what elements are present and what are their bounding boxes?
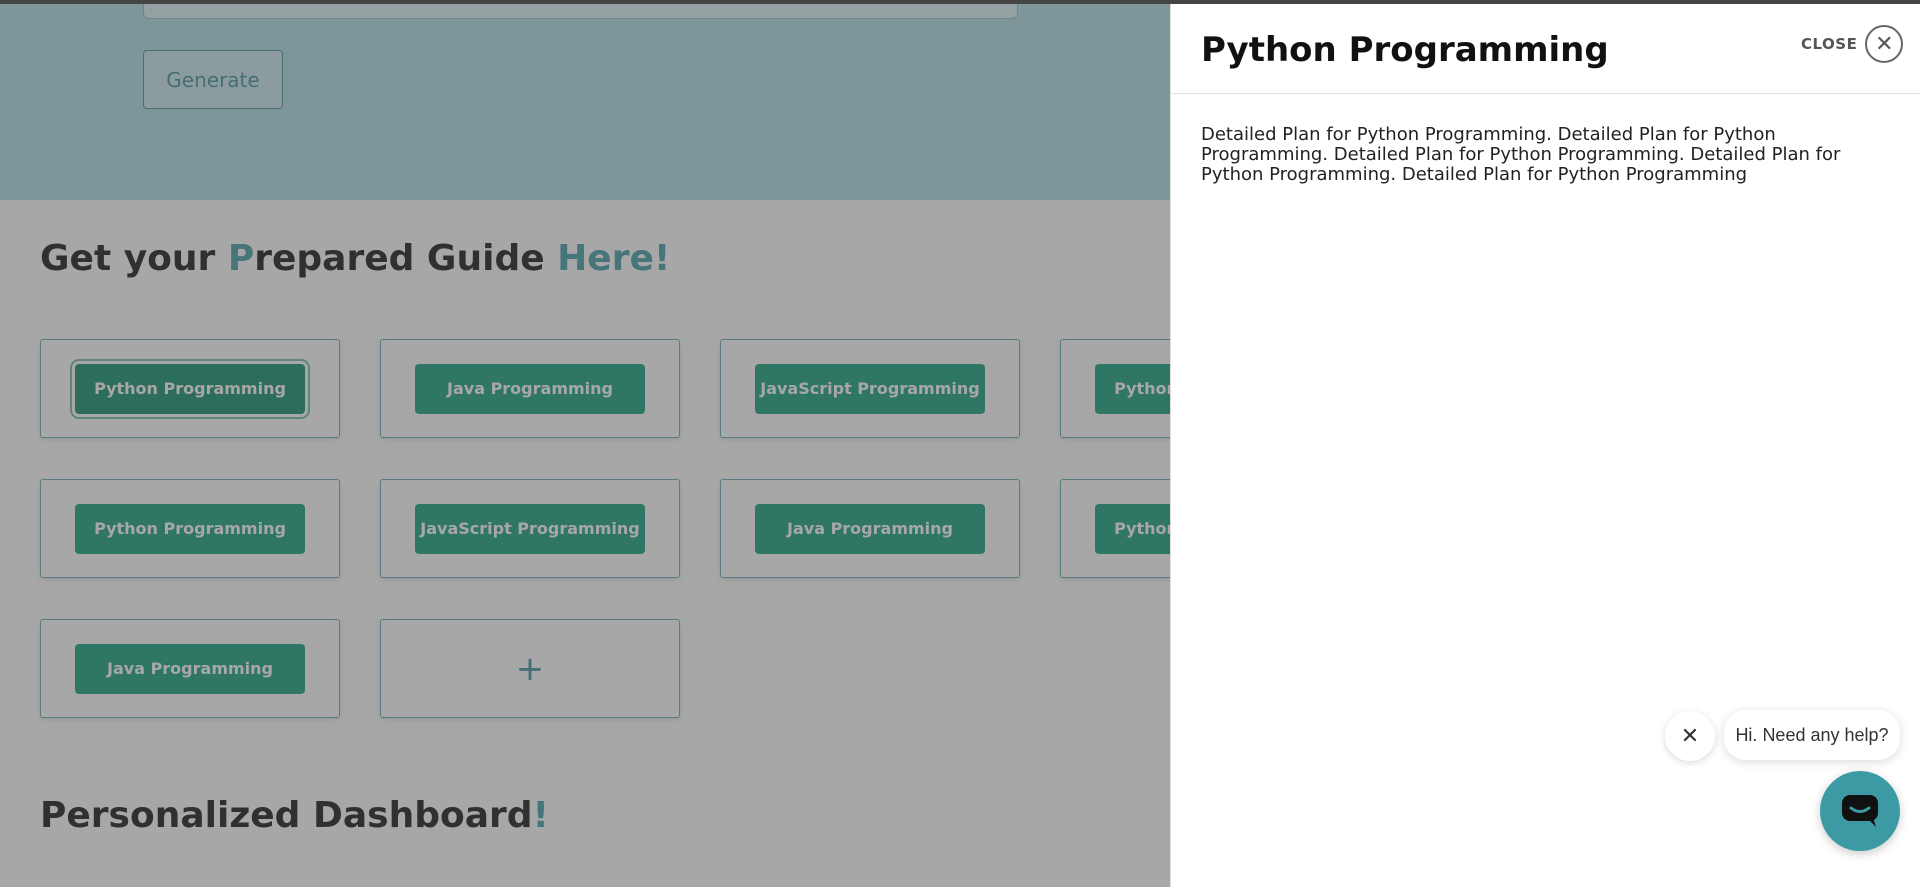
chat-icon bbox=[1842, 795, 1878, 827]
close-button[interactable]: CLOSE ✕ bbox=[1801, 25, 1904, 63]
chat-greeting-bubble[interactable]: Hi. Need any help? bbox=[1724, 710, 1900, 760]
chat-launcher-button[interactable] bbox=[1820, 771, 1900, 851]
close-icon: ✕ bbox=[1680, 723, 1700, 748]
drawer-header: Python Programming CLOSE ✕ bbox=[1171, 4, 1920, 94]
close-icon[interactable]: ✕ bbox=[1865, 25, 1904, 63]
close-label: CLOSE bbox=[1801, 35, 1858, 53]
drawer-body-text: Detailed Plan for Python Programming. De… bbox=[1201, 124, 1841, 185]
chat-dismiss-button[interactable]: ✕ bbox=[1665, 711, 1715, 761]
drawer-title: Python Programming bbox=[1201, 30, 1609, 70]
